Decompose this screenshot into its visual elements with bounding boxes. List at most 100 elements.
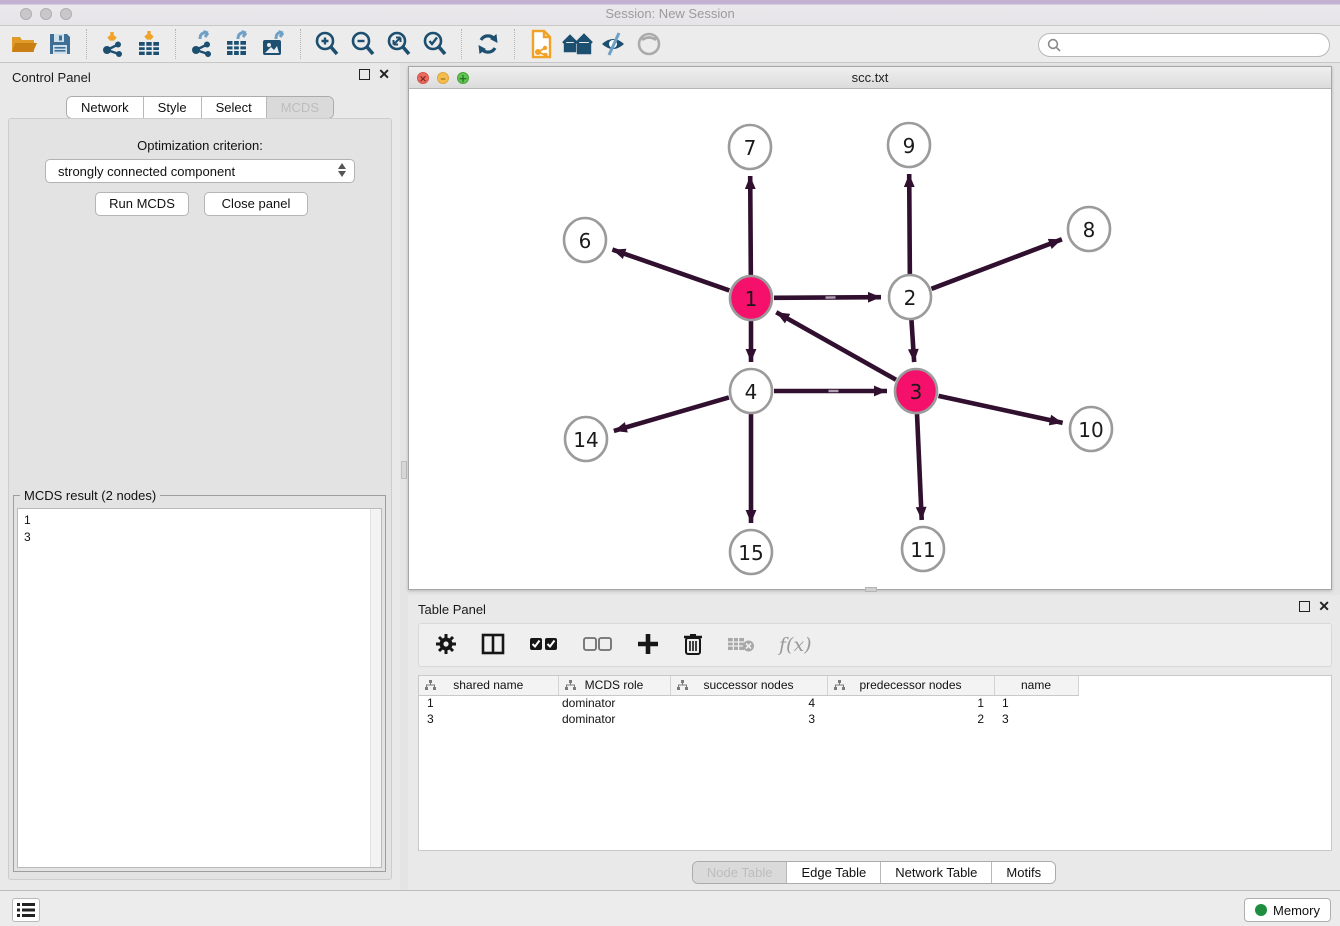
mcds-result-groupbox: MCDS result (2 nodes) 1 3 (13, 495, 386, 872)
home-icon (561, 31, 593, 57)
zoom-in-button[interactable] (309, 28, 345, 60)
import-network-button[interactable] (95, 28, 131, 60)
table-row[interactable]: 1dominator411 (419, 695, 1331, 711)
table-cell[interactable]: dominator (558, 711, 670, 727)
graph-edge-1-6[interactable] (612, 250, 729, 291)
open-session-button[interactable] (6, 28, 42, 60)
checked-boxes-icon (529, 637, 559, 651)
add-column-button[interactable] (637, 633, 659, 658)
float-table-panel-icon[interactable] (1299, 601, 1310, 612)
column-header-successor-nodes[interactable]: successor nodes (670, 676, 827, 695)
export-network-button[interactable] (184, 28, 220, 60)
graph-edge-4-14[interactable] (614, 397, 729, 430)
table-panel: Table Panel ✕ (408, 595, 1340, 890)
close-table-panel-icon[interactable]: ✕ (1318, 601, 1330, 612)
zoom-fit-button[interactable] (381, 28, 417, 60)
export-image-button[interactable] (256, 28, 292, 60)
table-cell[interactable]: 3 (994, 711, 1078, 727)
graph-node-label: 8 (1083, 218, 1096, 242)
tab-network[interactable]: Network (67, 97, 144, 118)
deselect-all-columns-button[interactable] (583, 637, 613, 654)
network-splitter-handle[interactable] (865, 587, 877, 592)
graph-node-label: 7 (744, 136, 757, 160)
graph-edge-2-9[interactable] (909, 174, 910, 274)
search-field[interactable] (1038, 33, 1330, 57)
table-header-row: shared name MCDS role successor nodes pr… (419, 676, 1331, 695)
run-mcds-button[interactable]: Run MCDS (95, 192, 189, 216)
tab-network-table[interactable]: Network Table (881, 862, 992, 883)
tab-style[interactable]: Style (144, 97, 202, 118)
table-cell[interactable]: 3 (419, 711, 558, 727)
graph-edge-3-1[interactable] (776, 312, 896, 379)
task-history-button[interactable] (12, 898, 40, 922)
memory-button[interactable]: Memory (1244, 898, 1331, 922)
tab-node-table[interactable]: Node Table (693, 862, 788, 883)
graph-node-label: 1 (745, 287, 758, 311)
delete-columns-button[interactable] (683, 632, 703, 659)
function-builder-button[interactable]: f(x) (779, 634, 812, 656)
graph-edge-2-3[interactable] (911, 320, 914, 362)
toggle-panel-button[interactable] (481, 633, 505, 658)
show-graphics-details-button[interactable] (631, 28, 667, 60)
zoom-selected-button[interactable] (417, 28, 453, 60)
column-header-predecessor-nodes[interactable]: predecessor nodes (827, 676, 994, 695)
zoom-in-icon (313, 30, 341, 58)
table-cell[interactable]: 1 (994, 695, 1078, 711)
close-panel-button[interactable]: Close panel (204, 192, 308, 216)
node-table[interactable]: shared name MCDS role successor nodes pr… (418, 675, 1332, 851)
table-cell[interactable]: 3 (670, 711, 827, 727)
network-window-titlebar[interactable]: ✕ − ＋ scc.txt (409, 67, 1331, 89)
table-cell[interactable]: 4 (670, 695, 827, 711)
export-table-button[interactable] (220, 28, 256, 60)
reset-view-button[interactable] (559, 28, 595, 60)
tab-mcds[interactable]: MCDS (267, 97, 333, 118)
graph-edge-3-11[interactable] (917, 414, 922, 520)
column-header-name[interactable]: name (994, 676, 1078, 695)
criterion-value: strongly connected component (58, 164, 235, 179)
graph-node-label: 14 (573, 428, 598, 452)
window-title: Session: New Session (0, 6, 1340, 21)
graph-edge-3-10[interactable] (938, 396, 1062, 423)
network-canvas-svg[interactable]: 1234678910111415 (409, 89, 1331, 589)
export-image-icon (260, 30, 288, 58)
graph-edge-2-8[interactable] (932, 239, 1062, 289)
table-cell[interactable]: 1 (827, 695, 994, 711)
graph-node-label: 11 (910, 538, 935, 562)
table-settings-button[interactable] (435, 633, 457, 658)
import-table-button[interactable] (131, 28, 167, 60)
refresh-icon (475, 31, 501, 57)
tab-edge-table[interactable]: Edge Table (787, 862, 881, 883)
network-view-window: ✕ − ＋ scc.txt 1234678910111415 (408, 66, 1332, 590)
import-network-icon (99, 30, 127, 58)
status-bar: Memory (0, 890, 1340, 926)
table-cell[interactable]: 1 (419, 695, 558, 711)
table-row[interactable]: 3dominator323 (419, 711, 1331, 727)
search-input[interactable] (1067, 38, 1329, 53)
column-header-mcds-role[interactable]: MCDS role (558, 676, 670, 695)
table-cell[interactable]: 2 (827, 711, 994, 727)
graph-edge-1-7[interactable] (750, 176, 751, 275)
result-scrollbar[interactable] (370, 509, 381, 867)
clone-network-button[interactable] (523, 28, 559, 60)
panel-splitter[interactable] (400, 63, 408, 890)
save-session-button[interactable] (42, 28, 78, 60)
hide-graphics-details-button[interactable] (595, 28, 631, 60)
splitter-handle[interactable] (401, 461, 407, 479)
gear-icon (435, 633, 457, 655)
tab-motifs[interactable]: Motifs (992, 862, 1055, 883)
delete-table-button[interactable] (727, 635, 755, 656)
float-panel-icon[interactable] (359, 69, 370, 80)
select-all-columns-button[interactable] (529, 637, 559, 654)
tab-select[interactable]: Select (202, 97, 267, 118)
column-header-shared-name[interactable]: shared name (419, 676, 558, 695)
toolbar-separator (300, 29, 301, 59)
criterion-select[interactable]: strongly connected component (45, 159, 355, 183)
refresh-styles-button[interactable] (470, 28, 506, 60)
graph-node-label: 9 (903, 134, 916, 158)
mcds-result-textarea[interactable]: 1 3 (17, 508, 382, 868)
zoom-out-button[interactable] (345, 28, 381, 60)
delete-table-icon (727, 635, 755, 653)
table-cell[interactable]: dominator (558, 695, 670, 711)
close-panel-icon[interactable]: ✕ (378, 69, 390, 80)
control-panel-title: Control Panel (12, 70, 91, 85)
